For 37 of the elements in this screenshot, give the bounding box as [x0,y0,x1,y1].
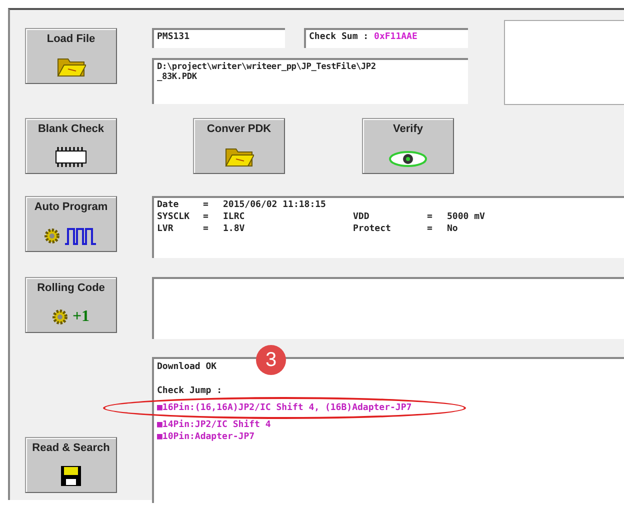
equals-sign: = [203,211,210,223]
eye-icon [388,150,428,168]
info-label: VDD [353,211,370,223]
file-path-field[interactable]: D:\project\writer\writeer_pp\JP_TestFile\JP2 _83K.PDK [152,58,468,104]
equals-sign: = [427,211,434,223]
log-line: ■10Pin:Adapter-JP7 [157,431,255,443]
info-label: SYSCLK [157,211,191,223]
info-label: Protect [353,223,392,235]
info-value: 1.8V [223,223,246,235]
gear-icon [44,226,60,246]
log-line: Download OK [157,361,217,373]
info-label: LVR [157,223,174,235]
gear-icon [52,307,68,327]
info-value: 5000 mV [447,211,486,223]
load-file-button[interactable]: Load File [25,28,117,84]
log-line: ■14Pin:JP2/IC Shift 4 [157,419,271,431]
checksum-field[interactable]: Check Sum : 0xF11AAE [304,28,468,48]
rolling-code-button[interactable]: Rolling Code +1 [25,277,117,333]
info-value: No [447,223,459,235]
chip-name-field[interactable]: PMS131 [152,28,285,48]
equals-sign: = [203,223,210,235]
step-badge: 3 [256,345,286,375]
plus-one-text: +1 [72,308,90,326]
info-value: ILRC [223,211,246,223]
chip-icon [53,146,89,168]
read-search-button[interactable]: Read & Search [25,437,117,493]
equals-sign: = [427,223,434,235]
equals-sign: = [203,199,210,211]
log-line: ■16Pin:(16,16A)JP2/IC Shift 4, (16B)Adapter-JP7 [157,402,412,414]
blank-check-button[interactable]: Blank Check [25,118,117,174]
square-wave-icon [64,226,98,246]
info-value: 2015/06/02 11:18:15 [223,199,327,211]
info-label: Date [157,199,180,211]
verify-button[interactable]: Verify [362,118,454,174]
log-line: Check Jump : [157,385,222,397]
auto-program-button[interactable]: Auto Program [25,196,117,252]
convert-button[interactable]: Conver PDK [193,118,285,174]
